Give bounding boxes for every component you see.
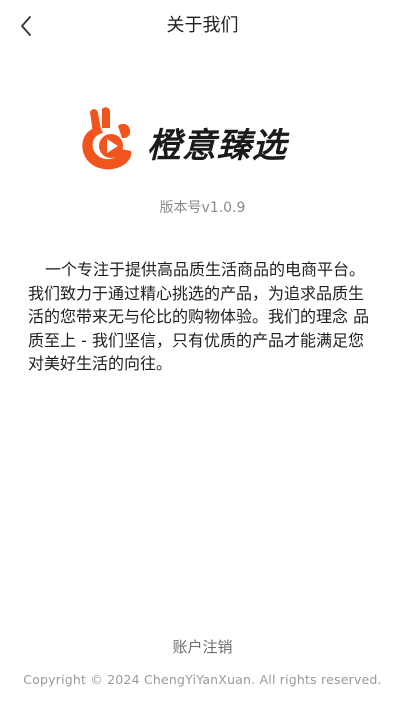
page-title: 关于我们 [166, 15, 239, 36]
copyright-text: Copyright © 2024 ChengYiYanXuan. All rig… [23, 672, 382, 687]
version-label: 版本号v1.0.9 [159, 200, 246, 216]
hand-play-logo-icon [82, 107, 132, 170]
cancel-account-link[interactable]: 账户注销 [0, 637, 405, 657]
about-page: 关于我们 橙意臻选 版本号v1.0.9 一个专注于提供高品质生活商品的电商平台。… [0, 0, 405, 720]
header-bar: 关于我们 [0, 0, 405, 52]
app-logo: 橙意臻选 [78, 104, 328, 174]
intro-paragraph: 一个专注于提供高品质生活商品的电商平台。我们致力于通过精心挑选的产品，为追求品质… [28, 260, 370, 373]
brand-name: 橙意臻选 [147, 126, 287, 166]
